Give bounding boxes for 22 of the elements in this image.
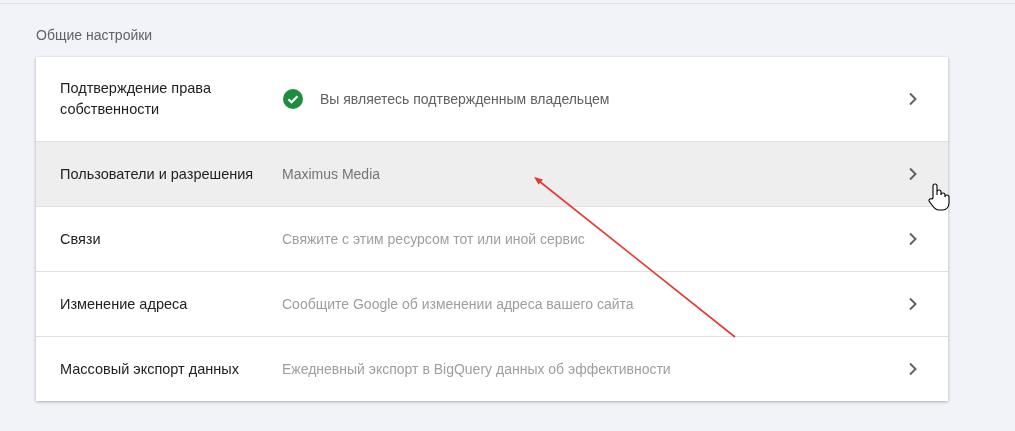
- setting-description: Ежедневный экспорт в BigQuery данных об эффективности: [282, 361, 671, 377]
- chevron-right-icon: [908, 297, 918, 311]
- setting-label: Подтверждение права собственности: [59, 79, 212, 119]
- settings-row[interactable]: Массовый экспорт данных Ежедневный экспорт в BigQuery данных об эффективности: [36, 336, 948, 401]
- settings-row[interactable]: Связи Свяжите с этим ресурсом тот или иной сервис: [36, 206, 948, 271]
- section-title: Общие настройки: [36, 27, 153, 43]
- chevron-right-icon: [908, 92, 918, 106]
- check-circle-icon: [282, 88, 304, 110]
- settings-row[interactable]: Изменение адреса Сообщите Google об изменении адреса вашего сайта: [36, 271, 948, 336]
- settings-row[interactable]: Подтверждение права собственности Вы являетесь подтвержденным владельцем: [36, 57, 948, 141]
- setting-description: Сообщите Google об изменении адреса вашего сайта: [282, 296, 634, 312]
- chevron-right-icon: [908, 362, 918, 376]
- chevron-right-icon: [908, 232, 918, 246]
- setting-label: Пользователи и разрешения: [59, 164, 255, 184]
- status-text: Вы являетесь подтвержденным владельцем: [320, 91, 610, 107]
- setting-label: Изменение адреса: [59, 294, 189, 314]
- setting-label: Связи: [59, 229, 102, 249]
- setting-value: Maximus Media: [282, 166, 381, 182]
- setting-description: Свяжите с этим ресурсом тот или иной сервис: [282, 231, 585, 247]
- setting-label: Массовый экспорт данных: [59, 359, 240, 379]
- settings-row[interactable]: Пользователи и разрешения Maximus Media: [36, 141, 948, 206]
- chevron-right-icon: [908, 167, 918, 181]
